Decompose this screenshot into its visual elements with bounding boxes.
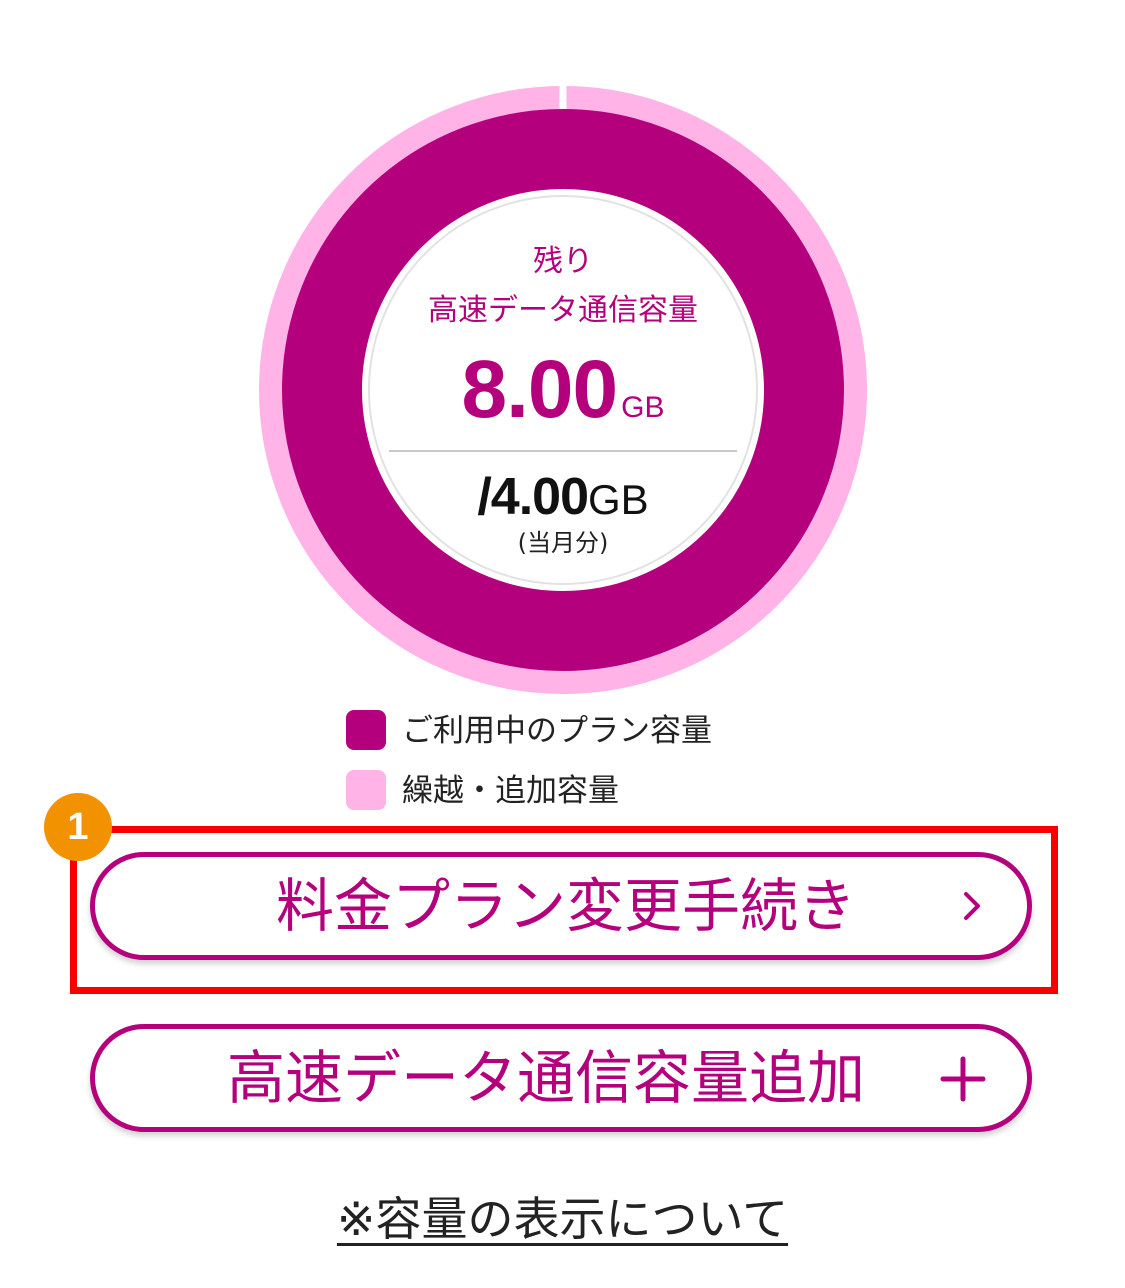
- remaining-value-number: 8.00: [461, 344, 619, 435]
- gauge-center-panel: 残り 高速データ通信容量 8.00 GB /4.00GB (当月分): [370, 195, 756, 581]
- remaining-capacity-label: 残り 高速データ通信容量: [370, 237, 756, 335]
- remaining-label-line2: 高速データ通信容量: [428, 293, 698, 328]
- step-number-badge: 1: [44, 793, 112, 861]
- remaining-label-line1: 残り: [533, 244, 593, 279]
- legend-swatch-carryover: [346, 770, 386, 810]
- monthly-value-unit: GB: [587, 476, 649, 523]
- remaining-capacity-value: 8.00 GB: [370, 343, 756, 437]
- legend-swatch-plan: [346, 710, 386, 750]
- capacity-display-info-link[interactable]: ※容量の表示について: [337, 1192, 788, 1246]
- legend-label-plan: ご利用中のプラン容量: [402, 713, 712, 749]
- add-data-capacity-button[interactable]: 高速データ通信容量追加: [90, 1024, 1032, 1132]
- legend-label-carryover: 繰越・追加容量: [402, 773, 619, 809]
- highlight-annotation-box: [70, 826, 1058, 994]
- monthly-value-number: /4.00: [477, 468, 589, 526]
- monthly-capacity-value: /4.00GB: [370, 467, 756, 527]
- plus-icon: [940, 1056, 986, 1102]
- add-data-label: 高速データ通信容量追加: [226, 1044, 865, 1112]
- remaining-value-unit: GB: [621, 391, 665, 424]
- capacity-display-info: ※容量の表示について: [0, 1188, 1125, 1250]
- monthly-capacity-note: (当月分): [517, 529, 609, 557]
- gauge-divider: [389, 450, 737, 452]
